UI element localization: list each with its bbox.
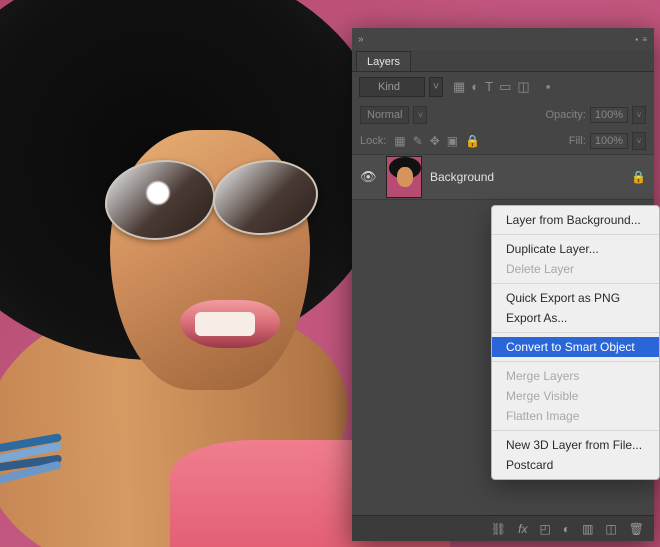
layer-name-label[interactable]: Background <box>430 170 623 184</box>
layer-kind-filter[interactable] <box>359 77 425 97</box>
lock-all-icon[interactable]: 🔒 <box>465 134 480 148</box>
menu-separator <box>492 430 659 431</box>
menu-item-merge-visible: Merge Visible <box>492 386 659 406</box>
fill-chevron-icon[interactable]: ˅ <box>632 132 646 150</box>
panel-menu-icon[interactable]: ▪ ≡ <box>635 35 648 44</box>
panel-tab-bar: Layers <box>352 50 654 72</box>
menu-item-layer-from-background[interactable]: Layer from Background... <box>492 210 659 230</box>
photo-lens-right <box>213 160 318 235</box>
filter-smart-icon[interactable]: ◫ <box>517 79 529 95</box>
visibility-eye-icon[interactable]: 👁 <box>360 169 378 185</box>
lock-position-icon[interactable]: ✥ <box>430 134 440 148</box>
add-mask-icon[interactable]: ◰ <box>539 522 550 536</box>
blend-mode-chevron-icon[interactable]: ˅ <box>413 106 427 124</box>
filter-toggle-icon[interactable]: ▪ <box>546 79 551 95</box>
filter-adjustment-icon[interactable]: ◐ <box>471 79 479 95</box>
layer-locked-icon[interactable]: 🔒 <box>631 170 646 184</box>
blend-row: Normal ˅ Opacity: 100% ˅ <box>352 102 654 128</box>
menu-item-flatten-image: Flatten Image <box>492 406 659 426</box>
panel-titlebar[interactable]: » ▪ ≡ <box>352 28 654 50</box>
layer-thumbnail[interactable] <box>386 156 422 198</box>
photo-lens-left <box>105 160 215 240</box>
menu-item-postcard[interactable]: Postcard <box>492 455 659 475</box>
lock-artboard-icon[interactable]: ▣ <box>447 134 458 148</box>
menu-item-export-as[interactable]: Export As... <box>492 308 659 328</box>
menu-item-merge-layers: Merge Layers <box>492 366 659 386</box>
delete-layer-icon[interactable]: 🗑 <box>629 522 644 536</box>
photo-sunglasses <box>105 160 325 250</box>
lock-pixels-icon[interactable]: ✎ <box>413 134 423 148</box>
photo-bracelets <box>0 440 70 530</box>
filter-type-icons: ▦ ◐ T ▭ ◫ ▪ <box>453 79 550 95</box>
filter-shape-icon[interactable]: ▭ <box>499 79 511 95</box>
panel-footer: ⛓ fx ◰ ◐ ▥ ◫ 🗑 <box>352 515 654 541</box>
menu-item-quick-export-as-png[interactable]: Quick Export as PNG <box>492 288 659 308</box>
menu-separator <box>492 234 659 235</box>
menu-separator <box>492 332 659 333</box>
filter-type-icon[interactable]: T <box>485 79 493 95</box>
fill-value[interactable]: 100% <box>590 133 628 149</box>
layer-context-menu: Layer from Background... Duplicate Layer.… <box>491 205 660 480</box>
new-adjustment-icon[interactable]: ◐ <box>563 522 570 536</box>
menu-separator <box>492 361 659 362</box>
new-group-icon[interactable]: ▥ <box>582 522 593 536</box>
panel-collapse-icon[interactable]: » <box>358 34 368 45</box>
opacity-chevron-icon[interactable]: ˅ <box>632 106 646 124</box>
new-layer-icon[interactable]: ◫ <box>605 522 616 536</box>
lock-label: Lock: <box>360 135 386 147</box>
menu-item-convert-to-smart-object[interactable]: Convert to Smart Object <box>492 337 659 357</box>
photo-teeth <box>195 312 255 336</box>
blend-mode-select[interactable]: Normal <box>360 106 409 124</box>
menu-item-new-3d-layer-from-file[interactable]: New 3D Layer from File... <box>492 435 659 455</box>
filter-pixel-icon[interactable]: ▦ <box>453 79 465 95</box>
menu-item-delete-layer: Delete Layer <box>492 259 659 279</box>
layer-style-icon[interactable]: fx <box>518 522 527 536</box>
link-layers-icon[interactable]: ⛓ <box>491 522 506 536</box>
layer-filter-row: ⌕ ˅ ▦ ◐ T ▭ ◫ ▪ <box>352 72 654 102</box>
layer-kind-dropdown[interactable]: ˅ <box>429 77 443 97</box>
lock-transparency-icon[interactable]: ▦ <box>394 134 405 148</box>
opacity-label: Opacity: <box>546 109 586 121</box>
fill-label: Fill: <box>569 135 586 147</box>
menu-item-duplicate-layer[interactable]: Duplicate Layer... <box>492 239 659 259</box>
layer-row-background[interactable]: 👁 Background 🔒 <box>352 154 654 200</box>
opacity-value[interactable]: 100% <box>590 107 628 123</box>
tab-layers[interactable]: Layers <box>356 51 411 71</box>
menu-separator <box>492 283 659 284</box>
lock-row: Lock: ▦ ✎ ✥ ▣ 🔒 Fill: 100% ˅ <box>352 128 654 154</box>
